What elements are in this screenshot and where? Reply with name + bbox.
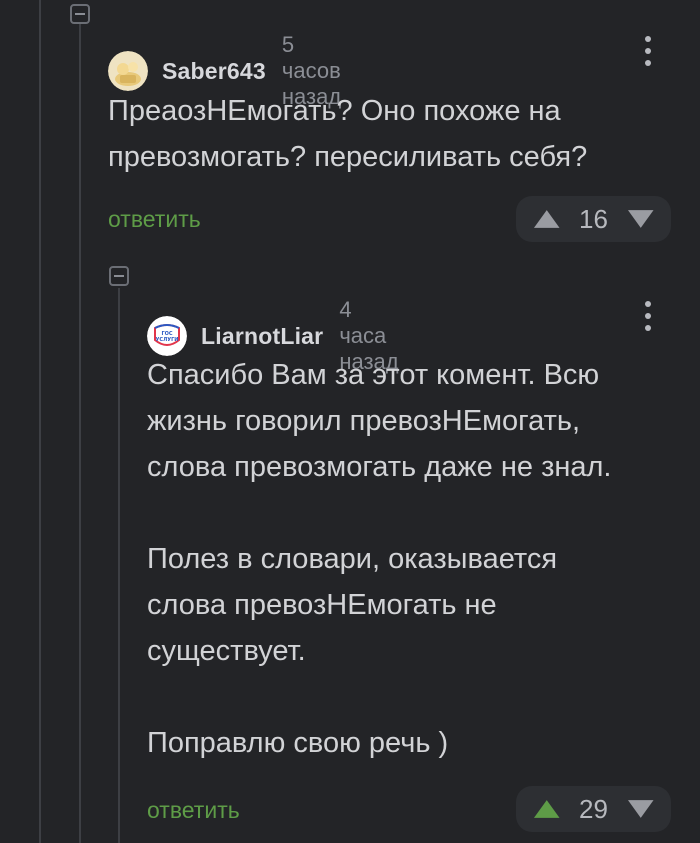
thread-line-level2[interactable] [118, 288, 120, 843]
more-options-icon[interactable] [644, 36, 652, 66]
saber643-avatar-icon[interactable] [108, 51, 148, 91]
collapse-thread-button[interactable] [109, 266, 129, 286]
comment-text: ПреаозНЕмогать? Оно похоже на превозмога… [108, 95, 588, 173]
upvote-icon[interactable] [532, 798, 562, 820]
rating-score: 16 [579, 203, 608, 234]
comment-author[interactable]: Saber643 [162, 58, 266, 85]
rating-control: 16 [516, 196, 671, 242]
reply-button[interactable]: ответить [147, 797, 240, 824]
collapse-thread-button[interactable] [70, 4, 90, 24]
comment-author[interactable]: LiarnotLiar [201, 323, 323, 350]
downvote-icon[interactable] [626, 798, 656, 820]
gosuslugi-logo-icon[interactable]: ГОС УСЛУГИ [147, 316, 187, 356]
thread-line-level1[interactable] [79, 24, 81, 843]
upvote-icon[interactable] [532, 208, 562, 230]
more-options-icon[interactable] [644, 301, 652, 331]
svg-text:УСЛУГИ: УСЛУГИ [156, 337, 179, 343]
comment-text: Спасибо Вам за этот комент. Всю жизнь го… [147, 359, 612, 759]
rating-control: 29 [516, 786, 671, 832]
thread-line-outer[interactable] [39, 0, 41, 843]
reply-button[interactable]: ответить [108, 206, 201, 233]
comment-thread: Saber643 5 часов назад ПреаозНЕмогать? О… [0, 0, 700, 843]
rating-score: 29 [579, 793, 608, 824]
downvote-icon[interactable] [626, 208, 656, 230]
